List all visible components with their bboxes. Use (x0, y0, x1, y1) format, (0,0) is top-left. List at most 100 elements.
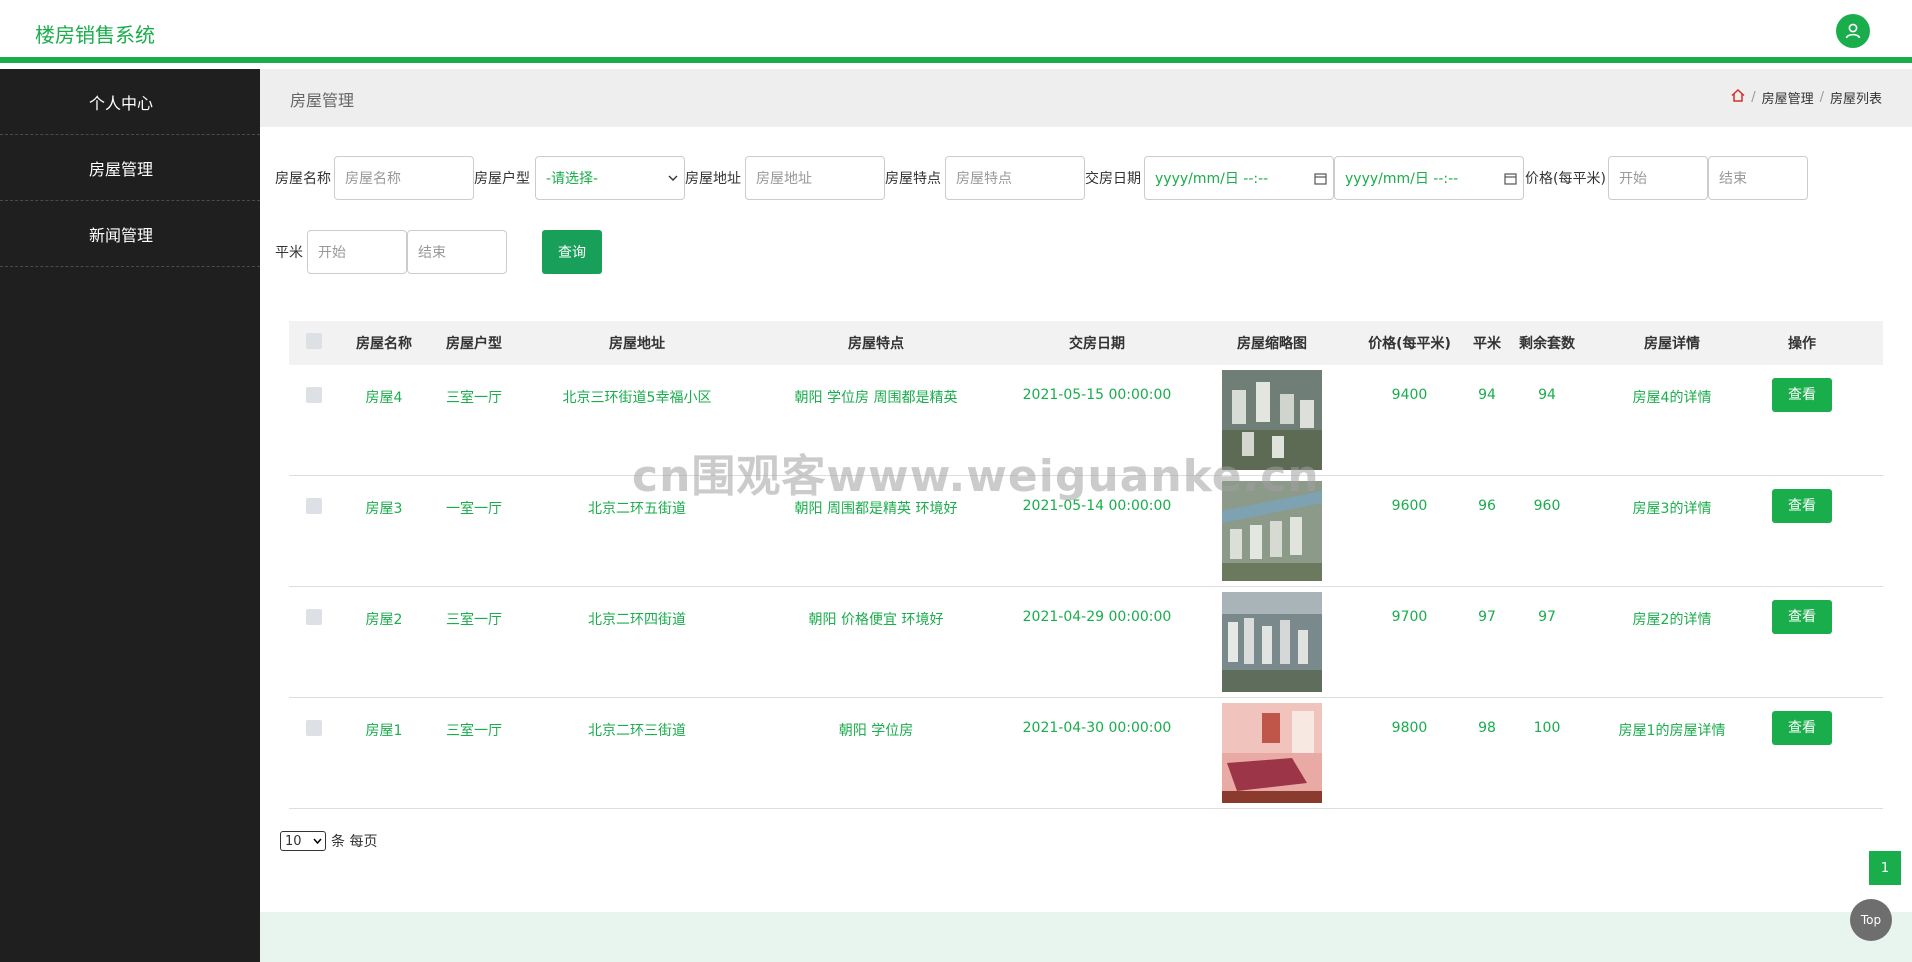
house-type-cell: 三室一厅 (446, 390, 502, 406)
app-title: 楼房销售系统 (35, 23, 155, 47)
filter-label-price: 价格(每平米) (1525, 171, 1606, 187)
remaining-cell: 100 (1533, 720, 1561, 736)
column-header: 房屋缩略图 (1237, 336, 1307, 352)
select-all-checkbox[interactable] (306, 333, 322, 349)
calendar-icon[interactable] (1504, 172, 1517, 185)
house-address-cell: 北京二环四街道 (588, 612, 686, 628)
date-end-placeholder: yyyy/mm/日 --:-- (1345, 171, 1459, 187)
view-button[interactable]: 查看 (1772, 378, 1832, 412)
house-feature-cell: 朝阳 学位房 (838, 723, 914, 739)
house-feature-input[interactable]: 房屋特点 (945, 156, 1085, 200)
breadcrumb-separator: / (1819, 90, 1824, 105)
page-size-value: 10 (285, 833, 302, 849)
remaining-cell: 960 (1533, 498, 1561, 514)
sidebar: 个人中心 房屋管理 新闻管理 (0, 69, 260, 962)
page-title: 房屋管理 (290, 91, 355, 110)
breadcrumb-separator: / (1751, 90, 1756, 105)
house-address-input[interactable]: 房屋地址 (745, 156, 885, 200)
calendar-icon[interactable] (1314, 172, 1327, 185)
detail-cell: 房屋3的详情 (1632, 501, 1712, 517)
area-cell: 97 (1478, 609, 1496, 625)
column-header: 剩余套数 (1519, 336, 1575, 352)
price-start-input[interactable]: 开始 (1608, 156, 1708, 200)
sidebar-item-personal-center[interactable]: 个人中心 (0, 69, 260, 135)
query-button[interactable]: 查询 (542, 230, 602, 274)
top-bar: 楼房销售系统 (0, 0, 1912, 63)
table-row: 房屋2 三室一厅 北京二环四街道 朝阳 价格便宜 环境好 2021-04-29 … (289, 587, 1883, 698)
view-button[interactable]: 查看 (1772, 711, 1832, 745)
main-content: 房屋管理 / 房屋管理 / 房屋列表 房屋名称 房屋名称 房屋户型 -请选择- … (260, 69, 1912, 962)
price-cell: 9400 (1391, 387, 1428, 403)
sidebar-item-label: 房屋管理 (89, 159, 154, 179)
breadcrumb-bar: 房屋管理 / 房屋管理 / 房屋列表 (260, 69, 1912, 127)
table-header: 房屋名称 房屋户型 房屋地址 房屋特点 交房日期 房屋缩略图 价格(每平米) 平… (289, 321, 1883, 365)
back-to-top-button[interactable]: Top (1850, 899, 1892, 941)
area-end-input[interactable]: 结束 (407, 230, 507, 274)
house-thumbnail[interactable] (1222, 592, 1322, 692)
delivery-date-end-input[interactable]: yyyy/mm/日 --:-- (1334, 156, 1524, 200)
pagination: 10 条 每页 (280, 831, 377, 851)
house-thumbnail[interactable] (1222, 703, 1322, 803)
filter-label-date: 交房日期 (1085, 171, 1141, 187)
sidebar-item-label: 个人中心 (89, 93, 154, 113)
house-name-cell: 房屋3 (365, 501, 403, 517)
row-checkbox[interactable] (306, 498, 322, 514)
house-name-input[interactable]: 房屋名称 (334, 156, 474, 200)
sidebar-item-house-management[interactable]: 房屋管理 (0, 135, 260, 201)
price-cell: 9700 (1391, 609, 1428, 625)
detail-cell: 房屋4的详情 (1632, 390, 1712, 406)
sidebar-item-news-management[interactable]: 新闻管理 (0, 201, 260, 267)
date-start-placeholder: yyyy/mm/日 --:-- (1155, 171, 1269, 187)
price-cell: 9600 (1391, 498, 1428, 514)
breadcrumb-item-house-list: 房屋列表 (1829, 92, 1882, 107)
user-icon[interactable] (1836, 14, 1870, 48)
area-start-input[interactable]: 开始 (307, 230, 407, 274)
house-feature-cell: 朝阳 价格便宜 环境好 (808, 612, 944, 628)
home-icon[interactable] (1731, 88, 1745, 106)
house-name-cell: 房屋2 (365, 612, 403, 628)
area-cell: 98 (1478, 720, 1496, 736)
area-cell: 96 (1478, 498, 1496, 514)
house-name-cell: 房屋4 (365, 390, 403, 406)
house-feature-cell: 朝阳 学位房 周围都是精英 (794, 390, 958, 406)
filter-label-address: 房屋地址 (685, 171, 741, 187)
delivery-date-start-input[interactable]: yyyy/mm/日 --:-- (1144, 156, 1334, 200)
house-type-select[interactable]: -请选择- (535, 156, 685, 200)
filter-label-name: 房屋名称 (275, 171, 331, 187)
per-page-label: 条 每页 (331, 834, 378, 850)
detail-cell: 房屋1的房屋详情 (1618, 723, 1726, 739)
remaining-cell: 97 (1538, 609, 1556, 625)
column-header: 交房日期 (1069, 336, 1125, 352)
column-header: 房屋特点 (848, 336, 904, 352)
house-type-cell: 三室一厅 (446, 612, 502, 628)
breadcrumb-item-house-management[interactable]: 房屋管理 (1762, 88, 1814, 107)
column-header: 房屋名称 (356, 336, 412, 352)
house-type-cell: 一室一厅 (446, 501, 502, 517)
table-row: 房屋1 三室一厅 北京二环三街道 朝阳 学位房 2021-04-30 00:00… (289, 698, 1883, 809)
remaining-cell: 94 (1538, 387, 1556, 403)
view-button[interactable]: 查看 (1772, 489, 1832, 523)
column-header: 价格(每平米) (1368, 336, 1451, 352)
page-number-button[interactable]: 1 (1869, 851, 1901, 885)
column-header: 房屋户型 (446, 336, 502, 352)
chevron-down-icon (668, 175, 678, 181)
watermark: cn围观客www.weiguanke.cn (632, 451, 1320, 502)
filter-label-feature: 房屋特点 (885, 171, 941, 187)
price-end-input[interactable]: 结束 (1708, 156, 1808, 200)
row-checkbox[interactable] (306, 609, 322, 625)
delivery-date-cell: 2021-04-30 00:00:00 (1022, 720, 1172, 736)
footer (260, 912, 1912, 962)
page-size-select[interactable]: 10 (280, 831, 326, 851)
delivery-date-cell: 2021-04-29 00:00:00 (1022, 609, 1172, 625)
row-checkbox[interactable] (306, 720, 322, 736)
house-type-value: -请选择- (546, 171, 599, 187)
house-address-cell: 北京三环街道5幸福小区 (562, 390, 712, 406)
row-checkbox[interactable] (306, 387, 322, 403)
area-cell: 94 (1478, 387, 1496, 403)
house-table: 房屋名称 房屋户型 房屋地址 房屋特点 交房日期 房屋缩略图 价格(每平米) 平… (289, 321, 1883, 809)
column-header: 房屋详情 (1644, 336, 1700, 352)
view-button[interactable]: 查看 (1772, 600, 1832, 634)
delivery-date-cell: 2021-05-15 00:00:00 (1022, 387, 1172, 403)
breadcrumb: / 房屋管理 / 房屋列表 (1731, 88, 1882, 107)
filter-label-type: 房屋户型 (474, 171, 530, 187)
